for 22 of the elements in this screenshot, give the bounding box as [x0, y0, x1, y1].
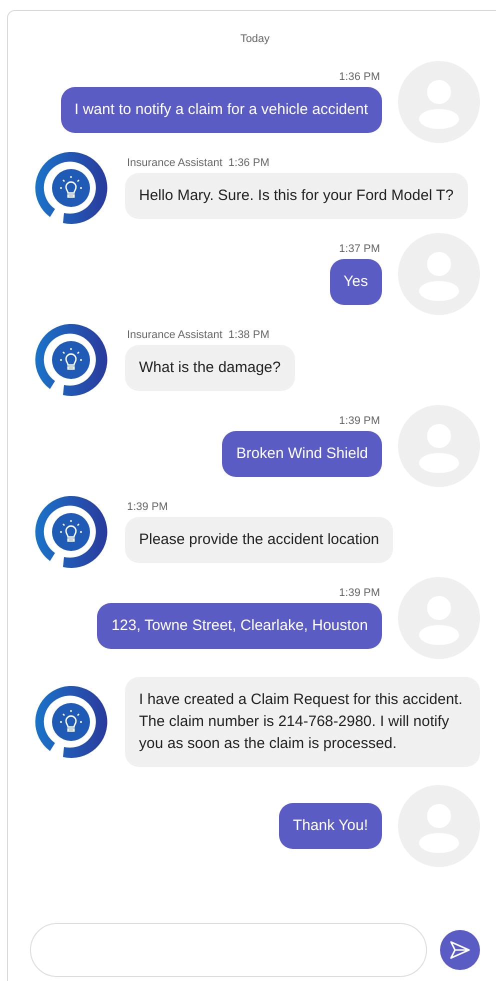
message-bubble: Broken Wind Shield	[222, 431, 382, 477]
message-input[interactable]	[30, 923, 428, 977]
send-button[interactable]	[440, 930, 480, 970]
message-time: 1:38 PM	[228, 329, 270, 341]
message-time: 1:36 PM	[339, 71, 380, 83]
sender-name: Insurance Assistant	[127, 329, 222, 341]
message-bubble: I have created a Claim Request for this accident. The claim number is 214-768-2980. I will notify you as soon as the claim is processed.	[125, 677, 480, 767]
message-bubble: Please provide the accident location	[125, 517, 394, 563]
message-time: 1:39 PM	[339, 415, 380, 427]
send-icon	[449, 940, 472, 960]
message-time: 1:37 PM	[339, 243, 380, 255]
message-bubble: Thank You!	[278, 803, 382, 849]
date-divider: Today	[240, 33, 270, 45]
message-bubble: 123, Towne Street, Clearlake, Houston	[97, 603, 382, 649]
message-bubble: What is the damage?	[125, 345, 295, 391]
message-time: 1:39 PM	[339, 587, 380, 599]
message-bubble: Hello Mary. Sure. Is this for your Ford Model T?	[125, 173, 468, 219]
message-bubble: I want to notify a claim for a vehicle accident	[60, 87, 382, 133]
message-time: 1:36 PM	[228, 157, 270, 169]
message-bubble: Yes	[330, 259, 382, 305]
sender-name: Insurance Assistant	[127, 157, 222, 169]
message-time: 1:39 PM	[127, 501, 168, 513]
